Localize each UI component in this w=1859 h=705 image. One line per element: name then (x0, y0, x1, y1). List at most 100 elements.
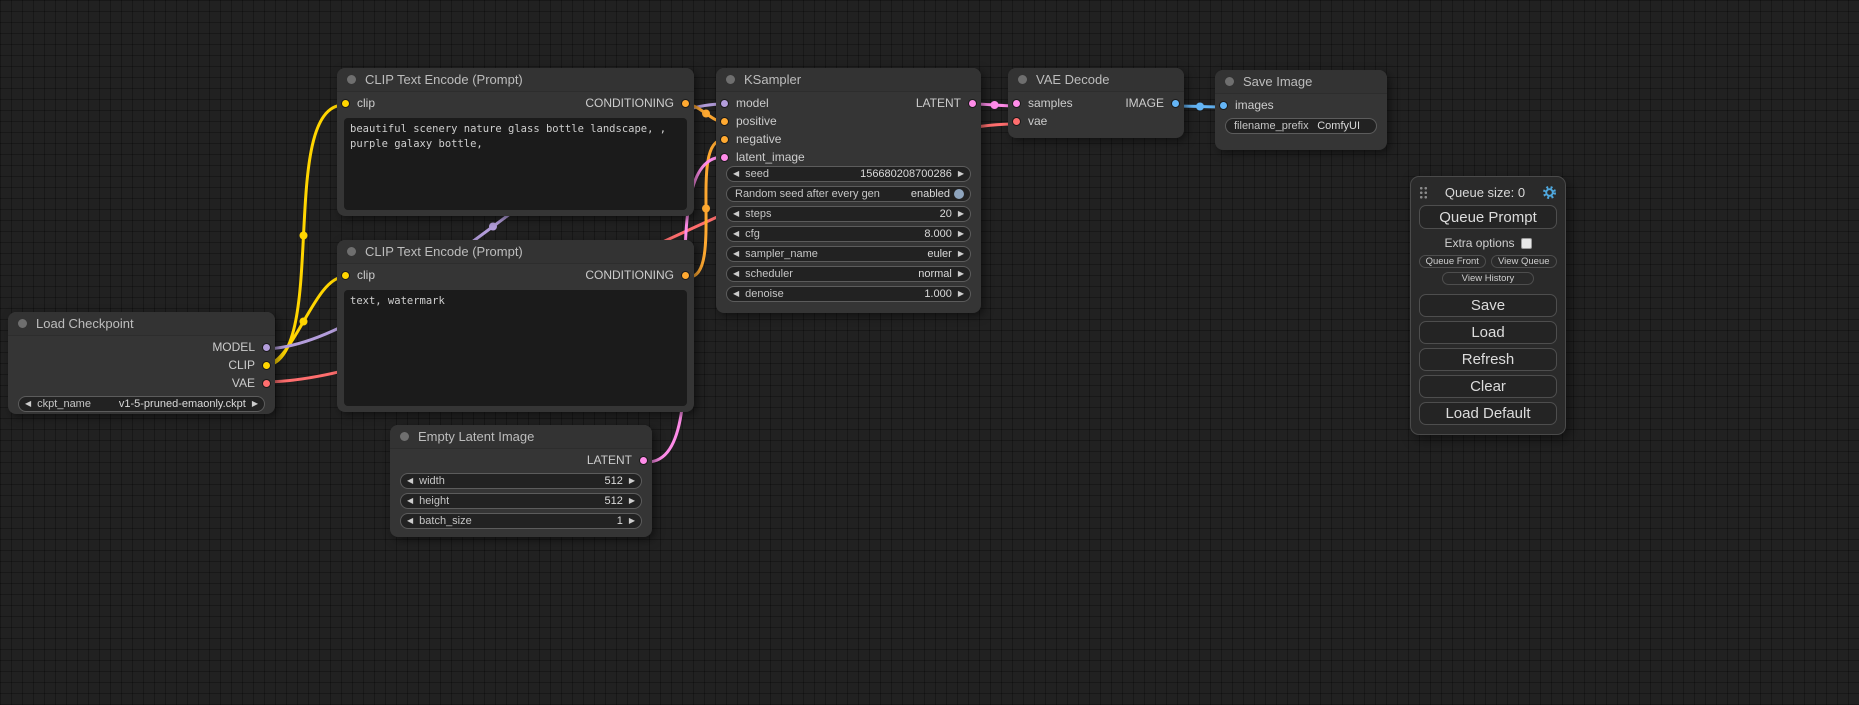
toggle-dot-icon[interactable] (954, 189, 964, 199)
wire-midpoint-dot (702, 110, 710, 118)
node-load-checkpoint[interactable]: Load Checkpoint MODEL CLIP VAE ◀ ckpt_na… (8, 312, 275, 414)
collapse-dot-icon[interactable] (726, 75, 735, 84)
extra-options-checkbox[interactable] (1521, 238, 1532, 249)
scheduler-widget[interactable]: ◀ scheduler normal ▶ (726, 266, 971, 282)
node-empty-latent-image[interactable]: Empty Latent Image LATENT ◀ width 512 ▶ … (390, 425, 652, 537)
batch-size-widget[interactable]: ◀ batch_size 1 ▶ (400, 513, 642, 529)
prev-arrow-icon[interactable]: ◀ (407, 497, 413, 505)
extra-options-label: Extra options (1444, 236, 1514, 250)
clip-output-dot[interactable] (262, 361, 271, 370)
prev-arrow-icon[interactable]: ◀ (733, 170, 739, 178)
next-arrow-icon[interactable]: ▶ (958, 210, 964, 218)
next-arrow-icon[interactable]: ▶ (629, 497, 635, 505)
queue-prompt-button[interactable]: Queue Prompt (1419, 205, 1557, 229)
width-widget[interactable]: ◀ width 512 ▶ (400, 473, 642, 489)
node-title: Empty Latent Image (418, 429, 534, 444)
node-ksampler[interactable]: KSampler model positive negative latent_… (716, 68, 981, 313)
prev-arrow-icon[interactable]: ◀ (733, 250, 739, 258)
widget-label: height (419, 495, 598, 507)
prev-arrow-icon[interactable]: ◀ (25, 400, 31, 408)
prompt-textarea[interactable]: text, watermark (344, 290, 687, 406)
collapse-dot-icon[interactable] (1018, 75, 1027, 84)
next-arrow-icon[interactable]: ▶ (958, 290, 964, 298)
widget-label: filename_prefix (1234, 120, 1311, 132)
collapse-dot-icon[interactable] (18, 319, 27, 328)
height-widget[interactable]: ◀ height 512 ▶ (400, 493, 642, 509)
collapse-dot-icon[interactable] (347, 247, 356, 256)
load-default-button[interactable]: Load Default (1419, 402, 1557, 425)
prev-arrow-icon[interactable]: ◀ (733, 210, 739, 218)
prev-arrow-icon[interactable]: ◀ (733, 230, 739, 238)
conditioning-output-dot[interactable] (681, 99, 690, 108)
node-save-image[interactable]: Save Image images filename_prefix ComfyU… (1215, 70, 1387, 150)
input-label: negative (736, 132, 781, 146)
prev-arrow-icon[interactable]: ◀ (407, 477, 413, 485)
filename-prefix-widget[interactable]: filename_prefix ComfyUI (1225, 118, 1377, 134)
next-arrow-icon[interactable]: ▶ (958, 270, 964, 278)
widget-label: scheduler (745, 268, 912, 280)
settings-gear-icon[interactable] (1542, 185, 1557, 200)
next-arrow-icon[interactable]: ▶ (252, 400, 258, 408)
collapse-dot-icon[interactable] (347, 75, 356, 84)
node-vae-decode[interactable]: VAE Decode samples vae IMAGE (1008, 68, 1184, 138)
clip-input-dot[interactable] (341, 271, 350, 280)
model-input-dot[interactable] (720, 99, 729, 108)
drag-handle-icon[interactable] (1419, 186, 1428, 199)
next-arrow-icon[interactable]: ▶ (629, 477, 635, 485)
node-clip-text-encode-negative[interactable]: CLIP Text Encode (Prompt) clip CONDITION… (337, 240, 694, 412)
node-title-bar[interactable]: Save Image (1215, 70, 1387, 94)
clip-input-dot[interactable] (341, 99, 350, 108)
image-output-dot[interactable] (1171, 99, 1180, 108)
node-title-bar[interactable]: CLIP Text Encode (Prompt) (337, 240, 694, 264)
seed-widget[interactable]: ◀ seed 156680208700286 ▶ (726, 166, 971, 182)
node-title-bar[interactable]: CLIP Text Encode (Prompt) (337, 68, 694, 92)
node-clip-text-encode-positive[interactable]: CLIP Text Encode (Prompt) clip CONDITION… (337, 68, 694, 216)
wire-midpoint-dot (300, 232, 308, 240)
vae-input-dot[interactable] (1012, 117, 1021, 126)
conditioning-output-dot[interactable] (681, 271, 690, 280)
next-arrow-icon[interactable]: ▶ (958, 250, 964, 258)
widget-label: cfg (745, 228, 918, 240)
next-arrow-icon[interactable]: ▶ (629, 517, 635, 525)
load-button[interactable]: Load (1419, 321, 1557, 344)
clear-button[interactable]: Clear (1419, 375, 1557, 398)
prev-arrow-icon[interactable]: ◀ (407, 517, 413, 525)
node-title-bar[interactable]: VAE Decode (1008, 68, 1184, 92)
next-arrow-icon[interactable]: ▶ (958, 230, 964, 238)
prev-arrow-icon[interactable]: ◀ (733, 270, 739, 278)
node-title-bar[interactable]: KSampler (716, 68, 981, 92)
view-queue-button[interactable]: View Queue (1491, 255, 1558, 268)
steps-widget[interactable]: ◀ steps 20 ▶ (726, 206, 971, 222)
latent-output-dot[interactable] (968, 99, 977, 108)
save-button[interactable]: Save (1419, 294, 1557, 317)
view-history-button[interactable]: View History (1442, 272, 1533, 285)
next-arrow-icon[interactable]: ▶ (958, 170, 964, 178)
latent-output-dot[interactable] (639, 456, 648, 465)
collapse-dot-icon[interactable] (1225, 77, 1234, 86)
collapse-dot-icon[interactable] (400, 432, 409, 441)
widget-value: euler (927, 248, 951, 260)
denoise-widget[interactable]: ◀ denoise 1.000 ▶ (726, 286, 971, 302)
negative-input-dot[interactable] (720, 135, 729, 144)
positive-input-dot[interactable] (720, 117, 729, 126)
widget-value: 20 (940, 208, 952, 220)
vae-output-dot[interactable] (262, 379, 271, 388)
node-title-bar[interactable]: Empty Latent Image (390, 425, 652, 449)
sampler-name-widget[interactable]: ◀ sampler_name euler ▶ (726, 246, 971, 262)
comfyui-canvas[interactable]: { "colors": { "model": "#B39DDB", "clip"… (0, 0, 1859, 705)
refresh-button[interactable]: Refresh (1419, 348, 1557, 371)
wire-midpoint-dot (1196, 103, 1204, 111)
random-seed-toggle-widget[interactable]: Random seed after every gen enabled (726, 186, 971, 202)
prev-arrow-icon[interactable]: ◀ (733, 290, 739, 298)
model-output-dot[interactable] (262, 343, 271, 352)
cfg-widget[interactable]: ◀ cfg 8.000 ▶ (726, 226, 971, 242)
latent-image-input-dot[interactable] (720, 153, 729, 162)
node-title-bar[interactable]: Load Checkpoint (8, 312, 275, 336)
prompt-textarea[interactable]: beautiful scenery nature glass bottle la… (344, 118, 687, 210)
ckpt-name-widget[interactable]: ◀ ckpt_name v1-5-pruned-emaonly.ckpt ▶ (18, 396, 265, 412)
output-image: IMAGE (1090, 94, 1184, 112)
samples-input-dot[interactable] (1012, 99, 1021, 108)
images-input-dot[interactable] (1219, 101, 1228, 110)
wire-midpoint-dot (300, 318, 308, 326)
queue-front-button[interactable]: Queue Front (1419, 255, 1486, 268)
